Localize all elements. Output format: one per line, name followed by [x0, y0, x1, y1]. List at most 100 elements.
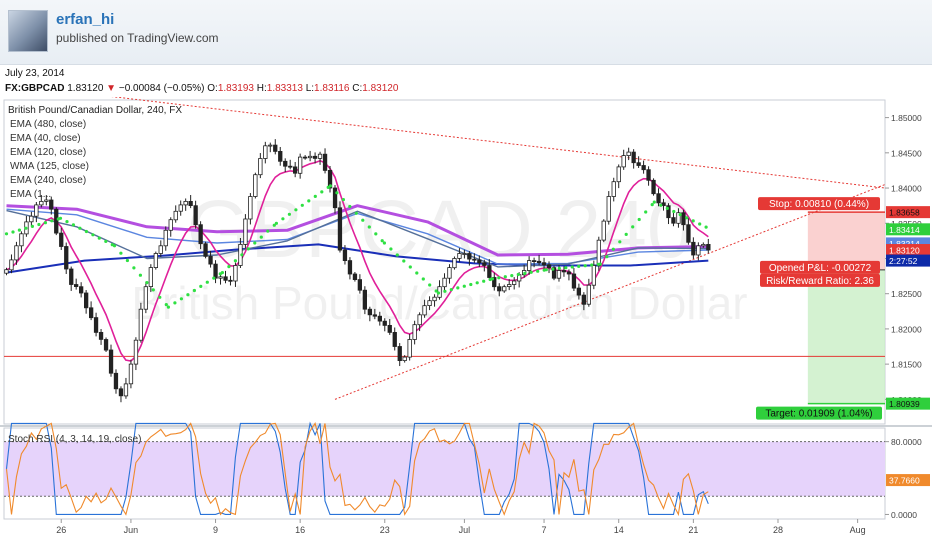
candle-body — [362, 289, 368, 310]
candle-body — [93, 317, 99, 333]
price-badge-label: 1.83414 — [889, 225, 920, 235]
ema40-dot — [611, 247, 615, 251]
indicator-legend-item[interactable]: EMA (120, close) — [10, 147, 86, 158]
candle-body — [233, 265, 238, 282]
price-chart[interactable]: GBPCAD 240British Pound/Canadian Dollar … — [0, 83, 932, 550]
price-tick-label: 1.85000 — [891, 113, 922, 123]
candle-body — [681, 212, 686, 226]
ema40-dot — [287, 212, 291, 216]
candle-body — [482, 262, 487, 266]
candle-body — [183, 201, 188, 206]
price-badge-label: 1.83120 — [889, 246, 920, 256]
ema40-dot — [415, 271, 419, 275]
indicator-legend-item[interactable]: WMA (125, close) — [10, 161, 89, 172]
ema40-dot — [529, 270, 533, 274]
candle-body — [352, 273, 358, 280]
candle-body — [118, 388, 124, 397]
date-tick-label: 7 — [542, 525, 547, 535]
candle-body — [283, 160, 288, 167]
price-badge-label: 1.80939 — [889, 399, 920, 409]
candle-body — [332, 187, 338, 209]
date-tick-label: 28 — [773, 525, 783, 535]
ema40-dot — [544, 268, 548, 272]
ema40-dot — [246, 247, 250, 251]
ema40-dot — [557, 266, 561, 270]
candle-body — [84, 292, 89, 309]
down-arrow-icon: ▼ — [106, 83, 117, 94]
ema40-dot — [84, 229, 88, 234]
ema40-dot — [4, 232, 9, 236]
candle-body — [49, 199, 54, 210]
ema40-dot — [138, 273, 142, 277]
date-tick-label: 9 — [213, 525, 218, 535]
candle-body — [9, 259, 14, 271]
candle-body — [507, 284, 512, 287]
candle-body — [541, 262, 547, 266]
ema40-dot — [652, 200, 656, 204]
candle-body — [218, 276, 223, 279]
candle-body — [128, 363, 134, 385]
stoch-last-label: 37.7660 — [889, 476, 920, 486]
pnl-label: Opened P&L: -0.00272 — [769, 263, 872, 274]
quote-close: 1.83120 — [362, 83, 399, 94]
candle-body — [387, 324, 392, 333]
ema40-dot — [443, 289, 447, 293]
candle-body — [631, 151, 636, 164]
ema40-dot — [50, 219, 54, 223]
ema40-dot — [11, 230, 15, 234]
price-badge-label: 1.83658 — [889, 208, 920, 218]
ema40-dot — [462, 284, 466, 288]
ema40-dot — [475, 281, 479, 285]
ema40-dot — [307, 199, 311, 203]
indicator-legend-item[interactable]: EMA (40, close) — [10, 133, 81, 144]
ema40-dot — [199, 284, 203, 288]
ema40-dot — [97, 236, 101, 240]
candle-body — [89, 307, 94, 319]
candle-body — [556, 270, 562, 279]
ema40-dot — [678, 213, 682, 217]
indicator-legend-item[interactable]: EMA (240, close) — [10, 175, 86, 186]
indicator-legend-item[interactable]: EMA (480, close) — [10, 119, 86, 130]
ema40-dot — [328, 184, 332, 188]
candle-body — [203, 243, 208, 257]
indicator-legend-item[interactable]: EMA (1... — [10, 189, 51, 200]
candle-body — [432, 296, 437, 302]
chart-title: British Pound/Canadian Dollar, 240, FX — [8, 105, 182, 116]
candle-body — [153, 253, 159, 269]
ema40-dot — [421, 277, 425, 281]
candle-body — [268, 144, 273, 147]
ema40-dot — [564, 266, 568, 270]
chart-container[interactable]: GBPCAD 240 British Pound/Canadian Dollar … — [0, 83, 932, 550]
candle-body — [586, 284, 591, 305]
candle-body — [198, 224, 203, 245]
candle-body — [706, 243, 711, 251]
candle-body — [601, 220, 606, 241]
ema40-dot — [192, 288, 196, 293]
ema40-dot — [259, 235, 263, 239]
ema40-dot — [266, 229, 270, 233]
ema40-dot — [164, 303, 168, 307]
target-zone — [807, 269, 885, 404]
ema40-dot — [691, 219, 695, 223]
ema40-dot — [361, 218, 365, 222]
ema40-dot — [523, 271, 527, 275]
username-link[interactable]: erfan_hi — [56, 11, 114, 28]
candle-body — [302, 156, 308, 159]
candle-body — [208, 255, 213, 265]
avatar[interactable] — [8, 10, 48, 52]
ema40-dot — [30, 224, 34, 228]
ema40-dot — [631, 225, 635, 229]
stop-label: Stop: 0.00810 (0.44%) — [769, 199, 869, 210]
candle-body — [472, 258, 477, 261]
ema40-dot — [536, 269, 540, 273]
candle-body — [392, 331, 397, 347]
price-tick-label: 1.82500 — [891, 289, 922, 299]
ema40-dot — [395, 253, 399, 257]
candle-body — [502, 286, 507, 292]
ema40-dot — [354, 211, 358, 215]
candle-body — [477, 259, 482, 264]
candle-body — [158, 245, 163, 254]
ema40-dot — [205, 280, 209, 284]
ema40-dot — [119, 251, 123, 255]
candle-body — [4, 269, 9, 274]
